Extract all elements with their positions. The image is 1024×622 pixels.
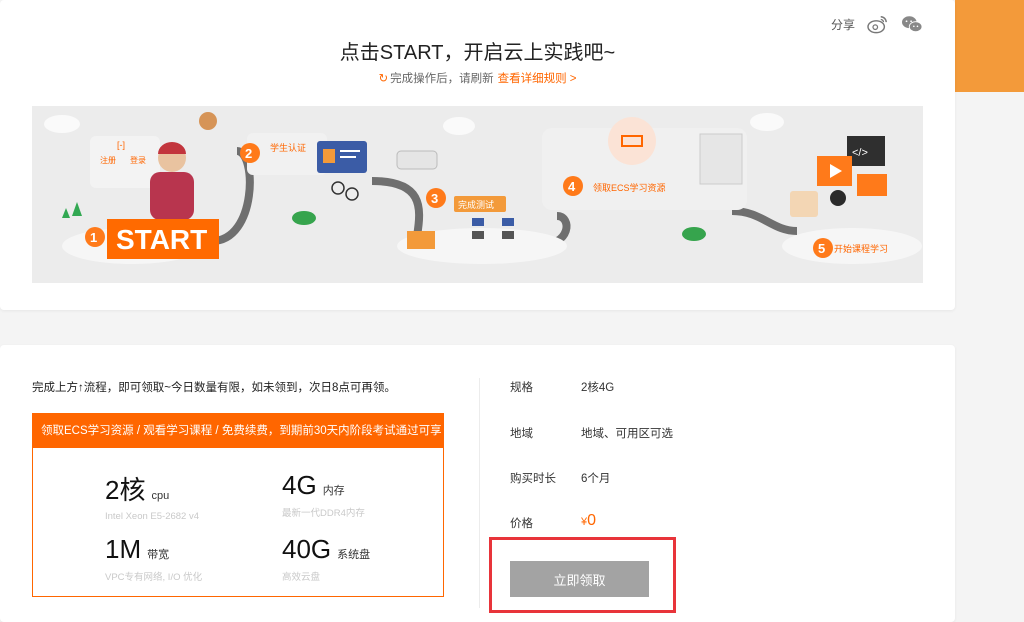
login-label: 登录 [130, 155, 146, 165]
region-row: 地域 地域、可用区可选 [510, 428, 673, 440]
share-bar: 分享 [831, 14, 923, 34]
wechat-icon[interactable] [901, 14, 923, 34]
code-icon: </> [852, 147, 868, 159]
resource-box-header: 领取ECS学习资源 / 观看学习课程 / 免费续费，到期前30天内阶段考试通过可… [33, 414, 443, 448]
spec-cpu: 2核 cpu Intel Xeon E5-2682 v4 [105, 475, 200, 522]
brand-icon: [-] [117, 140, 125, 150]
step-3-label: 完成测试 [458, 199, 494, 210]
step-5-label: 开始课程学习 [834, 243, 888, 254]
spec-memory: 4G 内存 最新一代DDR4内存 [282, 470, 365, 519]
process-banner: [-] 注册 登录 START 1 2 学生认证 3 完成测试 4 领取ECS学… [32, 106, 923, 283]
price-row: 价格 ¥0 [510, 512, 597, 530]
step-1-label: START [116, 224, 207, 255]
start-card: 分享 点击START，开启云上实践吧~ ↻完成操作后，请刷新查看详细规则 > [0, 0, 955, 310]
register-label: 注册 [100, 155, 116, 165]
spec-disk: 40G 系统盘 高效云盘 [282, 534, 371, 583]
share-label: 分享 [830, 17, 855, 32]
orange-side-strip [955, 0, 1024, 92]
spec-bandwidth: 1M 带宽 VPC专有网络, I/O 优化 [105, 534, 203, 583]
page-title: 点击START，开启云上实践吧~ [339, 42, 616, 64]
spec-row: 规格 2核4G [510, 382, 615, 394]
step-2-number: 2 [245, 146, 252, 161]
step-2-label: 学生认证 [270, 142, 306, 153]
process-illustration: [-] 注册 登录 START 1 2 学生认证 3 完成测试 4 领取ECS学… [44, 112, 922, 264]
highlight-box [489, 537, 676, 613]
step-3-number: 3 [431, 191, 438, 206]
vertical-divider [479, 378, 480, 608]
resource-box: 领取ECS学习资源 / 观看学习课程 / 免费续费，到期前30天内阶段考试通过可… [32, 413, 444, 597]
rules-link[interactable]: 查看详细规则 > [498, 73, 577, 85]
step-4-number: 4 [568, 179, 576, 194]
duration-row: 购买时长 6个月 [510, 473, 611, 485]
step-4-label: 领取ECS学习资源 [593, 182, 666, 193]
offer-intro: 完成上方↑流程，即可领取~今日数量有限，如未领到，次日8点可再领。 [32, 382, 396, 394]
price-value: ¥0 [581, 512, 597, 529]
weibo-icon[interactable] [867, 14, 889, 34]
step-5-number: 5 [818, 241, 825, 256]
refresh-note: ↻ 完成操作后，请刷新 查看详细规则 > [378, 73, 577, 85]
refresh-icon: ↻ [378, 73, 389, 85]
step-1-number: 1 [90, 230, 97, 245]
